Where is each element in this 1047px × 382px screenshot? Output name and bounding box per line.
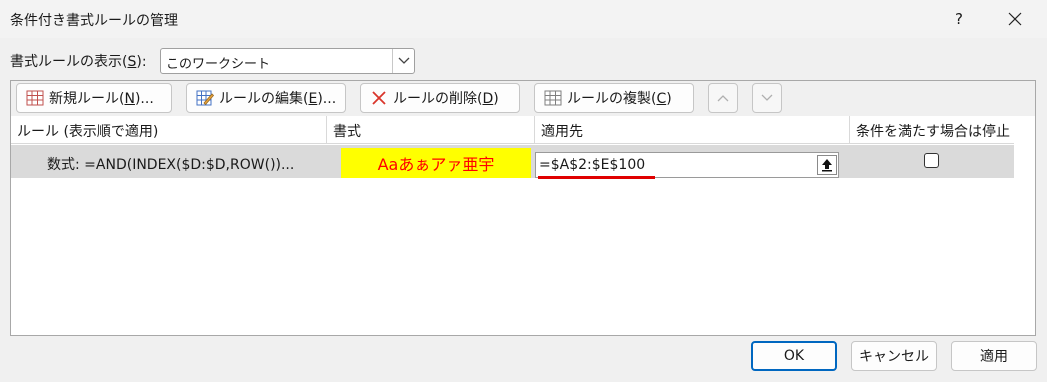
chevron-up-icon [717,95,729,102]
delete-rule-label: ルールの削除(D) [393,91,499,107]
column-header-stop-if-true: 条件を満たす場合は停止 [850,116,1014,144]
rule-formula[interactable]: 数式: =AND(INDEX($D:$D,ROW())... [47,154,294,174]
applies-to-input[interactable]: =$A$2:$E$100 [535,152,839,179]
edit-rule-button[interactable]: ルールの編集(E)... [186,83,346,113]
title-bar: 条件付き書式ルールの管理 ? [0,0,1047,38]
format-preview: Aaあぁアァ亜宇 [341,148,531,178]
rules-grid: ルール (表示順で適用) 書式 適用先 条件を満たす場合は停止 数式: =AND… [11,116,1035,335]
column-header-format: 書式 [327,116,535,144]
duplicate-rule-button[interactable]: ルールの複製(C) [534,83,694,113]
annotation-underline [538,176,655,179]
show-rules-label: 書式ルールの表示(S): [10,54,147,70]
collapse-dialog-button[interactable] [817,155,837,175]
arrow-up-icon [822,159,832,172]
ok-button[interactable]: OK [751,341,837,371]
apply-button[interactable]: 適用 [951,341,1037,371]
duplicate-rule-label: ルールの複製(C) [567,91,672,107]
move-up-button[interactable] [708,83,738,113]
new-rule-label: 新規ルール(N)... [49,91,154,107]
new-rule-button[interactable]: 新規ルール(N)... [16,83,172,113]
conditional-formatting-dialog: 条件付き書式ルールの管理 ? 書式ルールの表示(S): このワークシート 新規ル… [0,0,1047,382]
edit-rule-icon [195,88,215,108]
edit-rule-label: ルールの編集(E)... [219,91,337,107]
delete-icon [369,88,389,108]
close-button[interactable] [990,0,1040,38]
chevron-down-icon[interactable] [392,49,414,73]
help-button[interactable]: ? [940,0,978,38]
chevron-down-icon [761,94,773,101]
column-header-rule: ルール (表示順で適用) [11,116,327,144]
stop-if-true-checkbox[interactable] [924,153,939,168]
duplicate-rule-icon [543,88,563,108]
new-rule-icon [25,88,45,108]
close-icon [1008,12,1022,26]
move-down-button[interactable] [752,83,782,113]
show-rules-dropdown[interactable]: このワークシート [160,48,415,74]
applies-to-value: =$A$2:$E$100 [539,157,646,173]
delete-rule-button[interactable]: ルールの削除(D) [360,83,520,113]
column-header-applies-to: 適用先 [535,116,850,144]
cancel-button[interactable]: キャンセル [851,341,937,371]
show-rules-value: このワークシート [166,57,271,72]
dialog-title: 条件付き書式ルールの管理 [10,13,178,29]
